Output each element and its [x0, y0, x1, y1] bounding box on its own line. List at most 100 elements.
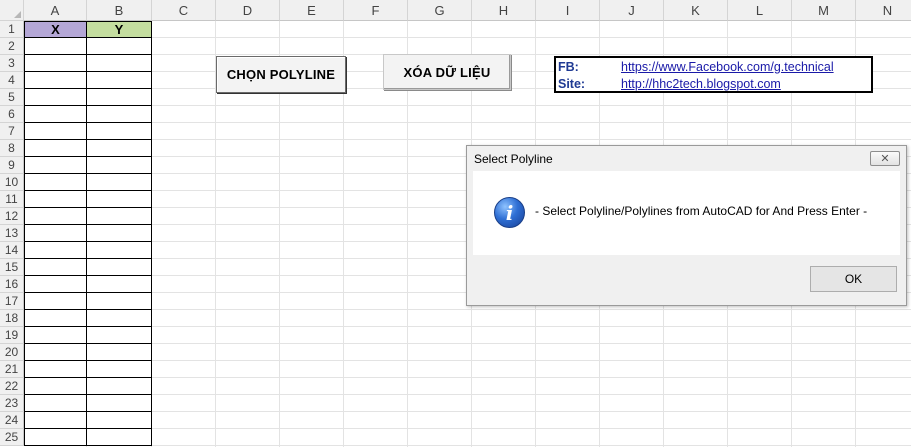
column-header-l[interactable]: L — [728, 0, 792, 21]
clear-data-button[interactable]: XÓA DỮ LIỆU — [383, 54, 511, 90]
column-header-f[interactable]: F — [344, 0, 408, 21]
row-header-24[interactable]: 24 — [0, 412, 24, 429]
column-header-k[interactable]: K — [664, 0, 728, 21]
data-cell[interactable] — [24, 72, 87, 89]
row-header-19[interactable]: 19 — [0, 327, 24, 344]
data-cell[interactable] — [24, 327, 87, 344]
data-cell[interactable] — [87, 327, 152, 344]
data-cell[interactable] — [87, 72, 152, 89]
row-header-15[interactable]: 15 — [0, 259, 24, 276]
facebook-link[interactable]: https://www.Facebook.com/g.technical — [621, 60, 834, 74]
data-cell[interactable] — [87, 293, 152, 310]
data-cell[interactable] — [24, 276, 87, 293]
row-header-23[interactable]: 23 — [0, 395, 24, 412]
data-cell[interactable] — [87, 361, 152, 378]
row-header-17[interactable]: 17 — [0, 293, 24, 310]
column-header-b[interactable]: B — [87, 0, 152, 21]
row-header-16[interactable]: 16 — [0, 276, 24, 293]
data-cell[interactable] — [24, 412, 87, 429]
row-header-7[interactable]: 7 — [0, 123, 24, 140]
data-cell[interactable] — [24, 242, 87, 259]
data-cell[interactable] — [24, 429, 87, 446]
row-header-13[interactable]: 13 — [0, 225, 24, 242]
column-header-j[interactable]: J — [600, 0, 664, 21]
data-cell[interactable] — [87, 123, 152, 140]
column-header-a[interactable]: A — [24, 0, 87, 21]
header-x-cell[interactable]: X — [24, 21, 87, 38]
column-header-e[interactable]: E — [280, 0, 344, 21]
row-header-2[interactable]: 2 — [0, 38, 24, 55]
data-cell[interactable] — [87, 412, 152, 429]
row-header-21[interactable]: 21 — [0, 361, 24, 378]
row-header-11[interactable]: 11 — [0, 191, 24, 208]
select-all-corner[interactable] — [0, 0, 24, 21]
data-cell[interactable] — [87, 225, 152, 242]
data-cell[interactable] — [24, 174, 87, 191]
data-cell[interactable] — [24, 140, 87, 157]
row-header-12[interactable]: 12 — [0, 208, 24, 225]
data-cell[interactable] — [87, 429, 152, 446]
data-cell[interactable] — [24, 361, 87, 378]
data-cell[interactable] — [24, 106, 87, 123]
row-header-3[interactable]: 3 — [0, 55, 24, 72]
row-header-9[interactable]: 9 — [0, 157, 24, 174]
row-header-8[interactable]: 8 — [0, 140, 24, 157]
data-cell[interactable] — [87, 174, 152, 191]
data-cell[interactable] — [87, 259, 152, 276]
data-cell[interactable] — [87, 310, 152, 327]
data-cell[interactable] — [87, 106, 152, 123]
data-cell[interactable] — [87, 208, 152, 225]
data-cell[interactable] — [87, 344, 152, 361]
data-cell[interactable] — [24, 55, 87, 72]
data-cell[interactable] — [87, 378, 152, 395]
row-header-22[interactable]: 22 — [0, 378, 24, 395]
data-cell[interactable] — [87, 89, 152, 106]
row-header-25[interactable]: 25 — [0, 429, 24, 446]
column-header-d[interactable]: D — [216, 0, 280, 21]
column-header-g[interactable]: G — [408, 0, 472, 21]
gridline-horizontal — [24, 37, 911, 38]
row-header-18[interactable]: 18 — [0, 310, 24, 327]
site-link[interactable]: http://hhc2tech.blogspot.com — [621, 77, 781, 91]
gridline-horizontal — [24, 326, 911, 327]
data-cell[interactable] — [24, 191, 87, 208]
row-header-20[interactable]: 20 — [0, 344, 24, 361]
column-header-i[interactable]: I — [536, 0, 600, 21]
gridline-horizontal — [24, 122, 911, 123]
data-cell[interactable] — [24, 395, 87, 412]
ok-button[interactable]: OK — [810, 266, 897, 292]
data-cell[interactable] — [87, 242, 152, 259]
row-header-4[interactable]: 4 — [0, 72, 24, 89]
data-cell[interactable] — [24, 259, 87, 276]
header-y-cell[interactable]: Y — [87, 21, 152, 38]
row-header-1[interactable]: 1 — [0, 21, 24, 38]
row-header-14[interactable]: 14 — [0, 242, 24, 259]
row-header-10[interactable]: 10 — [0, 174, 24, 191]
data-cell[interactable] — [87, 38, 152, 55]
data-cell[interactable] — [24, 123, 87, 140]
data-cell[interactable] — [24, 344, 87, 361]
data-cell[interactable] — [87, 55, 152, 72]
select-polyline-button[interactable]: CHỌN POLYLINE — [216, 56, 346, 93]
data-cell[interactable] — [24, 208, 87, 225]
row-header-5[interactable]: 5 — [0, 89, 24, 106]
row-header-6[interactable]: 6 — [0, 106, 24, 123]
column-header-h[interactable]: H — [472, 0, 536, 21]
data-cell[interactable] — [24, 378, 87, 395]
dialog-message: - Select Polyline/Polylines from AutoCAD… — [535, 204, 868, 218]
column-header-n[interactable]: N — [856, 0, 911, 21]
close-icon[interactable]: ✕ — [870, 151, 900, 166]
data-cell[interactable] — [87, 140, 152, 157]
data-cell[interactable] — [24, 310, 87, 327]
data-cell[interactable] — [24, 89, 87, 106]
data-cell[interactable] — [24, 38, 87, 55]
data-cell[interactable] — [87, 276, 152, 293]
data-cell[interactable] — [87, 191, 152, 208]
data-cell[interactable] — [24, 293, 87, 310]
column-header-m[interactable]: M — [792, 0, 856, 21]
data-cell[interactable] — [87, 395, 152, 412]
data-cell[interactable] — [87, 157, 152, 174]
data-cell[interactable] — [24, 157, 87, 174]
data-cell[interactable] — [24, 225, 87, 242]
column-header-c[interactable]: C — [152, 0, 216, 21]
